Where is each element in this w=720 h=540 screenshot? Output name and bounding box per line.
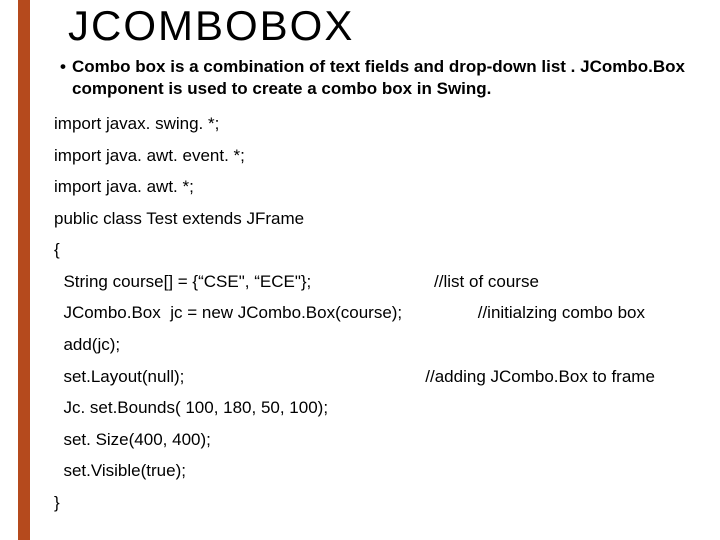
bullet-dot: • [54, 56, 72, 100]
page-title: JCOMBOBOX [68, 2, 700, 50]
code-line: public class Test extends JFrame [54, 209, 700, 229]
code-line: set.Visible(true); [54, 461, 700, 481]
slide-content: JCOMBOBOX • Combo box is a combination o… [54, 2, 700, 524]
code-line: Jc. set.Bounds( 100, 180, 50, 100); [54, 398, 700, 418]
accent-bar [18, 0, 30, 540]
code-line: set.Layout(null); //adding JCombo.Box to… [54, 367, 700, 387]
code-line: { [54, 240, 700, 260]
code-line: import java. awt. *; [54, 177, 700, 197]
code-line: } [54, 493, 700, 513]
code-line: set. Size(400, 400); [54, 430, 700, 450]
code-line: add(jc); [54, 335, 700, 355]
code-line: String course[] = {“CSE", “ECE"}; //list… [54, 272, 700, 292]
code-line: JCombo.Box jc = new JCombo.Box(course); … [54, 303, 700, 323]
description-bullet: • Combo box is a combination of text fie… [54, 56, 700, 100]
code-line: import java. awt. event. *; [54, 146, 700, 166]
code-line: import javax. swing. *; [54, 114, 700, 134]
code-block: import javax. swing. *; import java. awt… [54, 114, 700, 512]
description-text: Combo box is a combination of text field… [72, 56, 700, 100]
